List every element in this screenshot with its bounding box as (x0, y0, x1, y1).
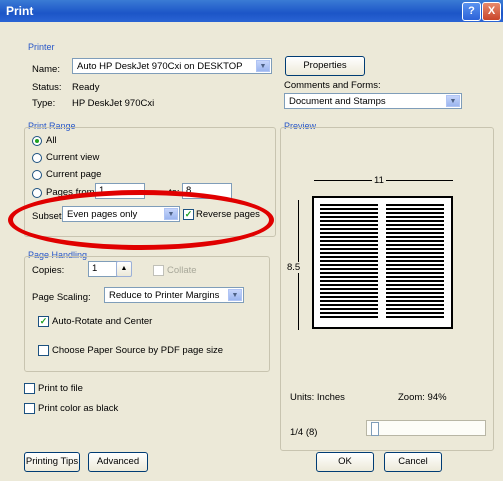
status-label: Status: (32, 82, 62, 93)
chevron-down-icon[interactable]: ▼ (256, 60, 270, 72)
printer-name-select[interactable]: Auto HP DeskJet 970Cxi on DESKTOP ▼ (72, 58, 272, 74)
slider-thumb[interactable] (371, 422, 379, 436)
printer-name-value: Auto HP DeskJet 970Cxi on DESKTOP (77, 61, 243, 72)
page-scaling-label: Page Scaling: (32, 292, 91, 303)
window-title: Print (6, 4, 34, 18)
radio-current-page[interactable] (32, 170, 42, 180)
page-preview (312, 196, 453, 329)
radio-current-view-label: Current view (46, 152, 100, 163)
radio-pages[interactable] (32, 188, 42, 198)
comments-select[interactable]: Document and Stamps ▼ (284, 93, 462, 109)
print-to-file-label: Print to file (38, 383, 83, 394)
cancel-button[interactable]: Cancel (384, 452, 442, 472)
zoom-label: Zoom: 94% (398, 392, 447, 403)
preview-text-column-left (320, 204, 378, 319)
page-counter: 1/4 (8) (290, 427, 318, 438)
auto-rotate-label: Auto-Rotate and Center (52, 316, 153, 327)
copies-input[interactable]: 1 (88, 261, 118, 277)
advanced-button[interactable]: Advanced (88, 452, 148, 472)
page-slider[interactable] (366, 420, 486, 436)
width-label: 11 (372, 175, 386, 186)
print-color-black-label: Print color as black (38, 403, 119, 414)
print-to-file-checkbox[interactable] (24, 383, 35, 394)
chevron-down-icon[interactable]: ▼ (228, 289, 242, 301)
red-annotation-ellipse (8, 190, 274, 250)
radio-all-label: All (46, 135, 57, 146)
radio-current-page-label: Current page (46, 169, 102, 180)
collate-label: Collate (167, 265, 197, 276)
type-value: HP DeskJet 970Cxi (72, 98, 155, 109)
printing-tips-button[interactable]: Printing Tips (24, 452, 80, 472)
printer-group-label: Printer (28, 42, 55, 52)
auto-rotate-checkbox[interactable]: ✓ (38, 316, 49, 327)
choose-source-checkbox[interactable] (38, 345, 49, 356)
print-color-black-checkbox[interactable] (24, 403, 35, 414)
ok-button[interactable]: OK (316, 452, 374, 472)
radio-current-view[interactable] (32, 153, 42, 163)
comments-label: Comments and Forms: (284, 80, 381, 91)
name-label: Name: (32, 64, 60, 75)
title-bar: Print ? X (0, 0, 503, 22)
choose-source-label: Choose Paper Source by PDF page size (52, 345, 224, 356)
chevron-down-icon[interactable]: ▼ (446, 95, 460, 107)
page-scaling-value: Reduce to Printer Margins (109, 290, 220, 301)
radio-all[interactable] (32, 136, 42, 146)
page-scaling-select[interactable]: Reduce to Printer Margins ▼ (104, 287, 244, 303)
preview-text-column-right (386, 204, 444, 319)
type-label: Type: (32, 98, 56, 109)
close-button[interactable]: X (482, 2, 501, 21)
properties-button[interactable]: Properties (285, 56, 365, 76)
copies-label: Copies: (32, 265, 65, 276)
help-button[interactable]: ? (462, 2, 481, 21)
copies-spinner[interactable]: ▲ (116, 261, 132, 277)
height-label: 8.5 (287, 262, 301, 273)
print-dialog: Print ? X Printer Name: Auto HP DeskJet … (0, 0, 503, 481)
units-label: Units: Inches (290, 392, 345, 403)
comments-value: Document and Stamps (289, 96, 386, 107)
collate-checkbox[interactable] (153, 265, 164, 276)
status-value: Ready (72, 82, 100, 93)
